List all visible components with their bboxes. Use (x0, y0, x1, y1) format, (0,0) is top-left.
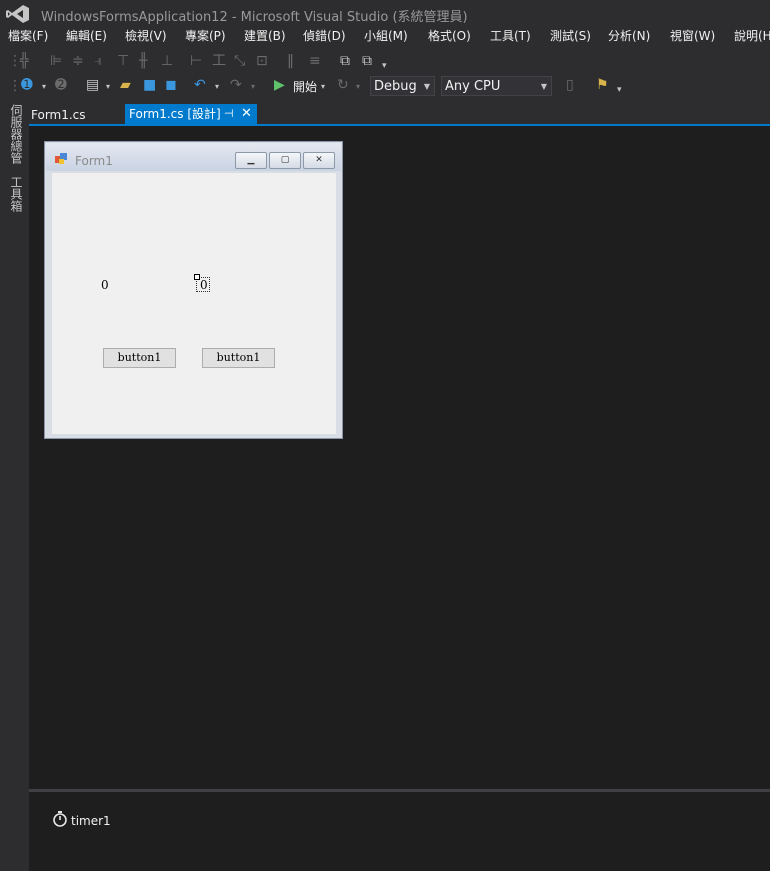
menu-format[interactable]: 格式(O) (428, 28, 471, 44)
standard-toolbar: ⋮ ➊ ▾ ➋ ▤ ▾ ▰ ■ ◼ ↶ ▾ ↷ ▾ ▶ 開始 ▾ ↻ ▾ Deb… (0, 73, 770, 99)
form-minimize-button[interactable]: ▁ (235, 152, 267, 169)
server-explorer-tab[interactable]: 伺服器總管 (8, 104, 23, 164)
chevron-down-icon: ▼ (540, 82, 547, 91)
redo-dropdown-icon[interactable]: ▾ (251, 79, 255, 95)
send-to-back-icon[interactable]: ⧉ (362, 53, 372, 69)
start-icon[interactable]: ▶ (274, 77, 285, 93)
size-to-grid-icon[interactable]: ⊡ (256, 53, 268, 69)
start-dropdown-icon[interactable]: ▾ (321, 79, 325, 95)
horizontal-spacing-icon[interactable]: ‖ (287, 53, 294, 69)
menu-team[interactable]: 小組(M) (364, 28, 408, 44)
platform-value: Any CPU (445, 79, 501, 94)
label1[interactable]: 0 (101, 278, 109, 292)
vertical-spacing-icon[interactable]: ≡ (309, 53, 321, 69)
restart-dropdown-icon[interactable]: ▾ (356, 79, 360, 95)
undo-dropdown-icon[interactable]: ▾ (215, 79, 219, 95)
grip-icon: ⋮ (8, 78, 22, 94)
button2-label: button1 (216, 351, 261, 364)
tab-form1-designer[interactable]: Form1.cs [設計] ⊣ ✕ (125, 104, 257, 124)
form-app-icon (55, 153, 67, 164)
menu-project[interactable]: 專案(P) (185, 28, 226, 44)
redo-icon[interactable]: ↷ (230, 77, 242, 93)
start-button-label[interactable]: 開始 (293, 78, 317, 95)
label2[interactable]: 0 (200, 278, 208, 292)
form-caption-bar: Form1 ▁ ▢ ✕ (46, 143, 341, 171)
form-window[interactable]: Form1 ▁ ▢ ✕ (44, 141, 343, 439)
form-title: Form1 (75, 154, 113, 168)
menu-analyze[interactable]: 分析(N) (608, 28, 650, 44)
align-middles-icon[interactable]: ╫ (139, 53, 147, 69)
device-icon[interactable]: ▯ (566, 77, 574, 93)
menu-test[interactable]: 測試(S) (550, 28, 591, 44)
visual-studio-logo-icon (6, 5, 29, 23)
align-rights-icon[interactable]: ⫣ (94, 53, 102, 69)
menu-view[interactable]: 檢視(V) (125, 28, 167, 44)
chevron-down-icon: ▼ (423, 82, 430, 91)
close-icon[interactable]: ✕ (241, 104, 252, 124)
open-file-icon[interactable]: ▰ (120, 77, 131, 93)
configuration-combo[interactable]: Debug ▼ (370, 76, 435, 96)
bring-to-front-icon[interactable]: ⧉ (340, 53, 350, 69)
tab-form1-cs[interactable]: Form1.cs (31, 108, 86, 122)
save-all-icon[interactable]: ◼ (165, 77, 177, 93)
configuration-value: Debug (374, 79, 417, 94)
new-project-icon[interactable]: ▤ (86, 77, 99, 93)
side-panel-strip: 伺服器總管 工具箱 (0, 100, 29, 871)
form-client-area[interactable] (52, 173, 336, 434)
button1[interactable]: button1 (103, 348, 176, 368)
toolbar-overflow-icon[interactable]: ▾ (382, 58, 387, 74)
align-to-grid-icon[interactable]: ╬ (20, 53, 28, 69)
menu-tools[interactable]: 工具(T) (490, 28, 531, 44)
title-bar: WindowsFormsApplication12 - Microsoft Vi… (0, 0, 770, 28)
stopwatch-icon (53, 811, 67, 827)
form-maximize-button[interactable]: ▢ (269, 152, 301, 169)
menu-edit[interactable]: 編輯(E) (66, 28, 107, 44)
navigate-forward-icon[interactable]: ➋ (55, 77, 67, 93)
pin-icon[interactable]: ⊣ (224, 104, 234, 124)
menu-bar: 檔案(F) 編輯(E) 檢視(V) 專案(P) 建置(B) 偵錯(D) 小組(M… (0, 28, 770, 46)
align-centers-icon[interactable]: ≑ (72, 53, 84, 69)
menu-build[interactable]: 建置(B) (244, 28, 286, 44)
toolbox-tab[interactable]: 工具箱 (8, 176, 23, 212)
new-project-dropdown-icon[interactable]: ▾ (106, 79, 110, 95)
align-bottoms-icon[interactable]: ⊥ (161, 53, 173, 69)
make-same-width-icon[interactable]: ⊢ (190, 53, 202, 69)
align-tops-icon[interactable]: ⊤ (117, 53, 129, 69)
save-icon[interactable]: ■ (143, 77, 156, 93)
form-close-button[interactable]: ✕ (303, 152, 335, 169)
button2[interactable]: button1 (202, 348, 275, 368)
make-same-height-icon[interactable]: 工 (212, 53, 226, 69)
menu-debug[interactable]: 偵錯(D) (303, 28, 346, 44)
menu-help[interactable]: 說明(H) (734, 28, 770, 44)
undo-icon[interactable]: ↶ (194, 77, 206, 93)
align-lefts-icon[interactable]: ⊫ (50, 53, 62, 69)
tab-label: Form1.cs [設計] (129, 107, 221, 121)
button1-label: button1 (117, 351, 162, 364)
back-dropdown-icon[interactable]: ▾ (42, 79, 46, 95)
window-title: WindowsFormsApplication12 - Microsoft Vi… (41, 10, 468, 25)
menu-file[interactable]: 檔案(F) (8, 28, 48, 44)
navigate-back-icon[interactable]: ➊ (21, 77, 33, 93)
menu-window[interactable]: 視窗(W) (670, 28, 715, 44)
make-same-size-icon[interactable]: ⤡ (234, 53, 245, 69)
timer1-component[interactable]: timer1 (71, 814, 111, 828)
selection-handle[interactable] (194, 274, 200, 280)
toolbar-overflow-icon[interactable]: ▾ (617, 82, 622, 98)
find-in-files-icon[interactable]: ⚑ (596, 77, 609, 93)
layout-toolbar: ⋮ ╬ ⊫ ≑ ⫣ ⊤ ╫ ⊥ ⊢ 工 ⤡ ⊡ ‖ ≡ ⧉ ⧉ ▾ (0, 50, 770, 72)
restart-icon[interactable]: ↻ (337, 77, 349, 93)
platform-combo[interactable]: Any CPU ▼ (441, 76, 552, 96)
component-tray (29, 792, 770, 871)
